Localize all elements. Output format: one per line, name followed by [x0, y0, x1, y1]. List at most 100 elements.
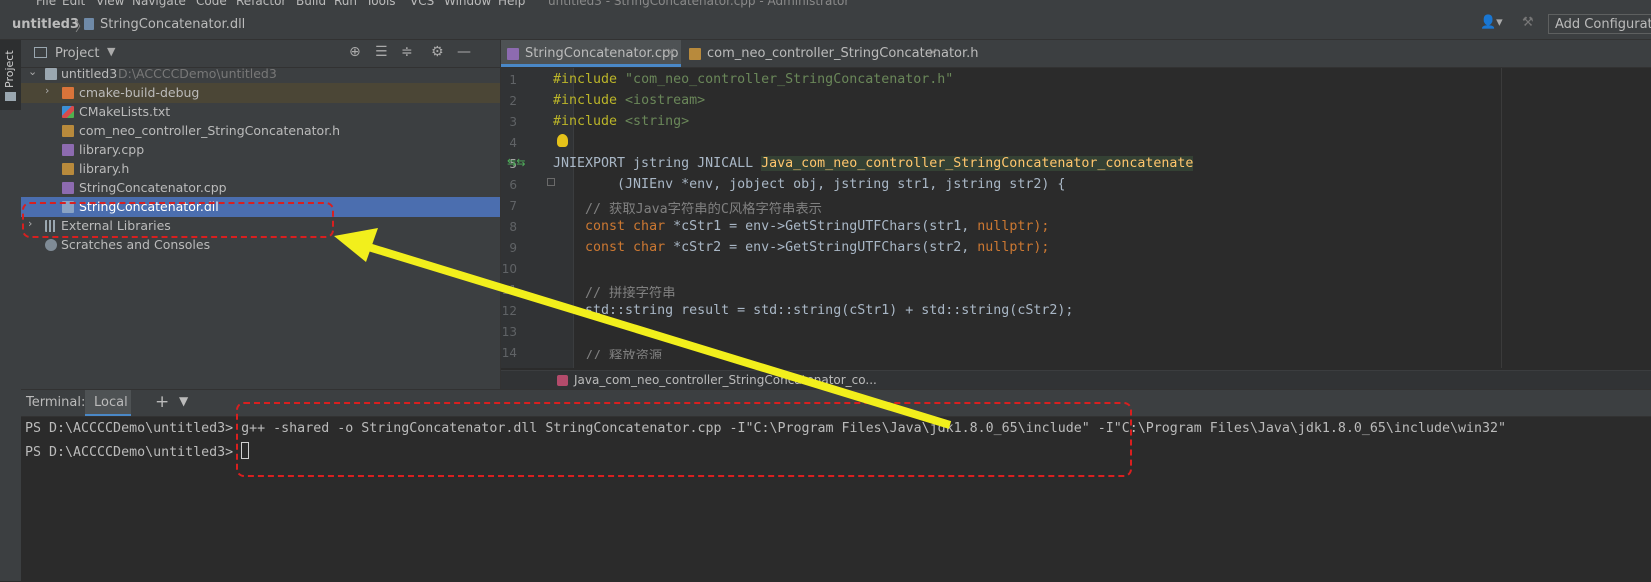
- menu-tools[interactable]: Tools: [366, 0, 396, 8]
- tab-label: Local: [94, 395, 128, 410]
- code-area[interactable]: #include "com_neo_controller_StringConca…: [501, 68, 1651, 368]
- terminal-prompt: PS D:\ACCCCDemo\untitled3>: [25, 445, 242, 460]
- tree-item-label: StringConcatenator.cpp: [79, 180, 227, 195]
- menu-edit[interactable]: Edit: [62, 0, 85, 8]
- header-file-icon: [62, 163, 74, 175]
- tree-item-label: untitled3: [61, 66, 118, 81]
- close-icon[interactable]: ×: [666, 45, 676, 59]
- menu-file[interactable]: File: [36, 0, 56, 8]
- chevron-down-icon[interactable]: ▼: [107, 45, 115, 58]
- chevron-down-icon[interactable]: ▼: [179, 394, 188, 408]
- code-token: );: [1033, 240, 1050, 255]
- terminal-prompt-line[interactable]: PS D:\ACCCCDemo\untitled3>: [25, 442, 250, 460]
- tree-item-cmake-build-debug[interactable]: › cmake-build-debug: [21, 83, 500, 103]
- code-line: const char *cStr2 = env->GetStringUTFCha…: [553, 240, 1049, 255]
- tree-item-cmakelists[interactable]: CMakeLists.txt: [21, 102, 500, 122]
- menu-help[interactable]: Help: [498, 0, 525, 8]
- breadcrumb-project[interactable]: untitled3: [12, 17, 79, 32]
- project-tool-tab[interactable]: Project: [0, 40, 21, 110]
- code-line: #include <iostream>: [553, 93, 705, 108]
- tree-item-library-cpp[interactable]: library.cpp: [21, 140, 500, 160]
- code-token: // 释放资源: [553, 349, 663, 359]
- folder-icon: [5, 92, 16, 101]
- menu-vcs[interactable]: VCS: [410, 0, 434, 8]
- editor-tabs: StringConcatenator.cpp × com_neo_control…: [501, 40, 1651, 68]
- user-icon[interactable]: 👤▾: [1480, 15, 1506, 33]
- code-token: // 获取Java字符串的C风格字符串表示: [553, 202, 822, 217]
- left-tool-strip: Project: [0, 40, 22, 581]
- code-token: );: [1033, 219, 1050, 234]
- add-configuration-button[interactable]: Add Configurat: [1548, 14, 1651, 34]
- code-line: // 释放资源: [553, 345, 662, 359]
- editor-breadcrumb-bar: Java_com_neo_controller_StringConcatenat…: [501, 370, 1651, 390]
- menu-view[interactable]: View: [96, 0, 124, 8]
- breadcrumb-file[interactable]: StringConcatenator.dll: [100, 17, 245, 32]
- code-token: *cStr1 = env->GetStringUTFChars(str1,: [665, 219, 978, 234]
- tree-item-com-neo-header[interactable]: com_neo_controller_StringConcatenator.h: [21, 121, 500, 141]
- code-token: #include: [553, 93, 618, 108]
- folder-icon: [45, 68, 57, 80]
- add-terminal-icon[interactable]: +: [155, 392, 169, 412]
- header-file-icon: [62, 125, 74, 137]
- close-icon[interactable]: ×: [928, 45, 938, 59]
- code-line: // 获取Java字符串的C风格字符串表示: [553, 198, 822, 217]
- menu-refactor[interactable]: Refactor: [236, 0, 286, 8]
- code-line: // 拼接字符串: [553, 282, 676, 301]
- lightbulb-icon[interactable]: [557, 134, 568, 147]
- menu-build[interactable]: Build: [296, 0, 326, 8]
- code-token: "com_neo_controller_StringConcatenator.h…: [617, 72, 954, 87]
- tab-local[interactable]: Local: [85, 390, 131, 416]
- tab-stringconcatenator-cpp[interactable]: StringConcatenator.cpp ×: [501, 40, 681, 67]
- code-token: JNIEXPORT jstring JNICALL: [553, 156, 762, 171]
- code-line: #include <string>: [553, 114, 689, 129]
- menu-bar: File Edit View Navigate Code Refactor Bu…: [0, 0, 1651, 9]
- function-icon: [557, 375, 568, 386]
- expand-all-icon[interactable]: ☰: [375, 44, 388, 60]
- project-view-icon: [34, 47, 47, 58]
- tree-item-scratches[interactable]: Scratches and Consoles: [21, 235, 500, 255]
- project-panel-title[interactable]: Project: [55, 46, 99, 61]
- code-line: std::string result = std::string(cStr1) …: [553, 303, 1073, 318]
- code-token: Java_com_neo_controller_StringConcatenat…: [761, 156, 1194, 171]
- menu-code[interactable]: Code: [196, 0, 227, 8]
- code-token: std::string result = std::string(cStr1) …: [553, 303, 1074, 318]
- tree-item-library-h[interactable]: library.h: [21, 159, 500, 179]
- tree-item-label: cmake-build-debug: [79, 85, 200, 100]
- tree-item-stringconcatenator-cpp[interactable]: StringConcatenator.cpp: [21, 178, 500, 198]
- highlight-box-dll: [22, 202, 334, 238]
- code-token: #include: [553, 114, 618, 129]
- chevron-down-icon[interactable]: ⌄: [28, 65, 37, 78]
- editor-panel: StringConcatenator.cpp × com_neo_control…: [501, 40, 1651, 390]
- tree-item-label: library.h: [79, 161, 130, 176]
- code-token: <iostream>: [617, 93, 706, 108]
- collapse-all-icon[interactable]: ≑: [401, 44, 413, 60]
- tab-com-neo-header[interactable]: com_neo_controller_StringConcatenator.h …: [683, 40, 979, 67]
- editor-breadcrumb[interactable]: Java_com_neo_controller_StringConcatenat…: [574, 373, 877, 387]
- code-line: (JNIEnv *env, jobject obj, jstring str1,…: [553, 177, 1065, 192]
- highlight-box-command: [236, 402, 1132, 477]
- code-line: const char *cStr1 = env->GetStringUTFCha…: [553, 219, 1049, 234]
- tree-item-label: CMakeLists.txt: [79, 104, 171, 119]
- hammer-icon[interactable]: ⚒: [1522, 15, 1538, 33]
- folder-icon: [62, 87, 74, 99]
- code-line: #include "com_neo_controller_StringConca…: [553, 72, 953, 87]
- menu-run[interactable]: Run: [334, 0, 357, 8]
- code-token: *cStr2 = env->GetStringUTFChars(str2,: [665, 240, 978, 255]
- code-token: #include: [553, 72, 618, 87]
- code-token: const char: [553, 219, 666, 234]
- gear-icon[interactable]: ⚙: [431, 44, 444, 60]
- code-token: <string>: [617, 114, 690, 129]
- cpp-file-icon: [62, 144, 74, 156]
- header-file-icon: [689, 48, 701, 60]
- menu-window[interactable]: Window: [444, 0, 491, 8]
- cmake-icon: [62, 106, 74, 118]
- window-title: untitled3 - StringConcatenator.cpp - Adm…: [548, 0, 850, 8]
- code-token: const char: [553, 240, 666, 255]
- chevron-right-icon[interactable]: ›: [45, 84, 49, 97]
- menu-navigate[interactable]: Navigate: [132, 0, 186, 8]
- minimize-icon[interactable]: —: [457, 44, 471, 60]
- terminal-title: Terminal:: [26, 395, 86, 410]
- code-line: JNIEXPORT jstring JNICALL Java_com_neo_c…: [553, 156, 1194, 171]
- locate-icon[interactable]: ⊕: [349, 44, 361, 60]
- tree-item-untitled3[interactable]: ⌄ untitled3 D:\ACCCCDemo\untitled3: [21, 64, 500, 84]
